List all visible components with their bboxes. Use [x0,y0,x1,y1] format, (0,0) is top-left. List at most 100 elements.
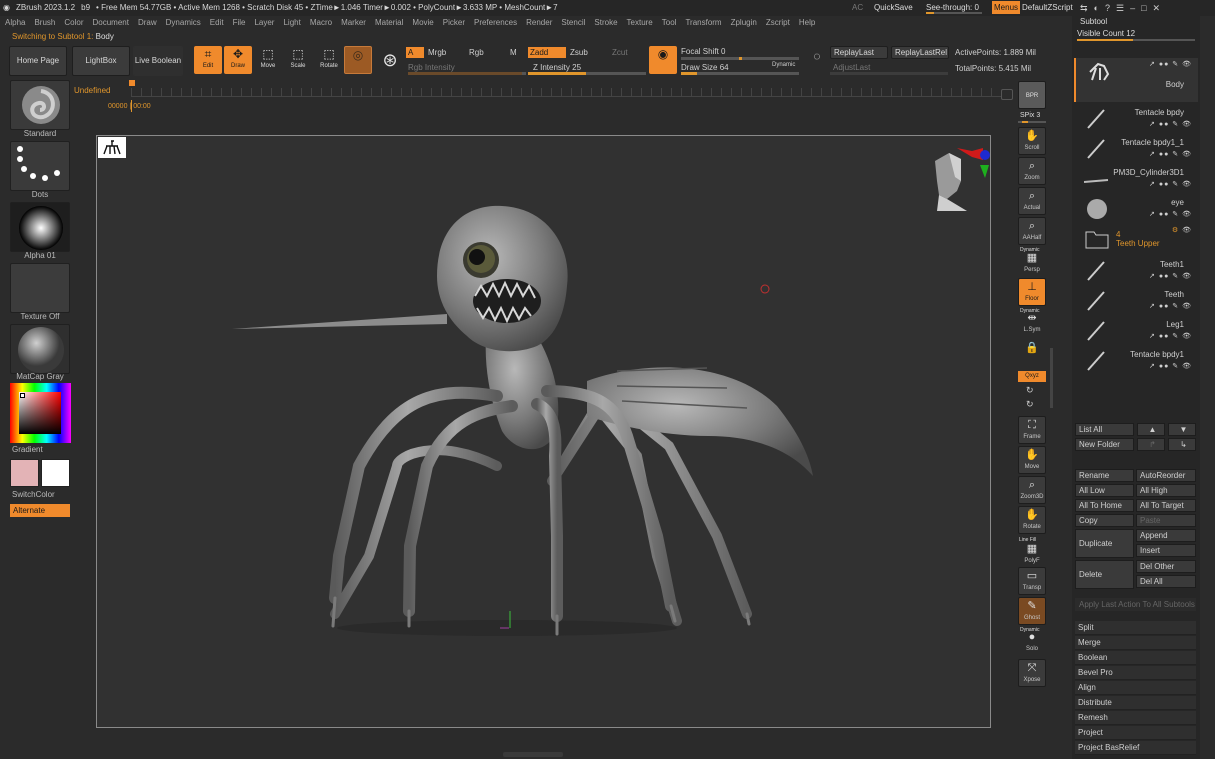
subtool-row[interactable]: Tentacle bpdy1 ↗ ●● ✎ 👁 [1074,346,1198,376]
rotate-y-icon[interactable]: ↻ [1026,385,1034,396]
move-up-button[interactable]: ▲ [1137,423,1165,436]
eye-icon[interactable]: 👁 [1182,181,1192,188]
polyf-button[interactable]: ▦ PolyF [1018,537,1046,565]
menu-brush[interactable]: Brush [29,16,59,30]
rename-button[interactable]: Rename [1075,469,1134,482]
subtool-menu-split[interactable]: Split [1075,621,1196,635]
eye-icon[interactable]: 👁 [1182,363,1192,370]
settings-icon[interactable]: ☰ [1116,3,1130,13]
layout-icon[interactable]: ⇆ [1080,3,1094,13]
menu-texture[interactable]: Texture [622,16,657,30]
timeline-key[interactable] [129,80,135,86]
menu-picker[interactable]: Picker [438,16,469,30]
mrgb-button[interactable]: Mrgb [428,48,446,57]
zsub-button[interactable]: Zsub [570,48,588,57]
replaylastrel-button[interactable]: ReplayLastRel [891,46,949,59]
z-intensity-slider[interactable]: Z Intensity 25 [533,63,581,72]
move-view-button[interactable]: ✋ Move [1018,446,1046,474]
toggle-icon[interactable]: ◐ [1094,3,1105,13]
del-other-button[interactable]: Del Other [1136,560,1196,573]
zoom-button[interactable]: ⌕ Zoom [1018,157,1046,185]
eye-icon[interactable]: 👁 [1182,121,1192,128]
subtool-row[interactable]: PM3D_Cylinder3D1 ↗ ●● ✎ 👁 [1074,164,1198,194]
menu-movie[interactable]: Movie [407,16,437,30]
subtool-menu-distribute[interactable]: Distribute [1075,696,1196,710]
arrow-icon[interactable]: ↗ [1149,121,1156,128]
eye-icon[interactable]: 👁 [1182,151,1192,158]
toggle-icon[interactable]: ●● [1159,333,1169,340]
alternate-button[interactable]: Alternate [10,504,70,517]
subtool-row[interactable]: Teeth1 ↗ ●● ✎ 👁 [1074,256,1198,286]
menu-stroke[interactable]: Stroke [589,16,621,30]
menu-dynamics[interactable]: Dynamics [161,16,205,30]
menu-file[interactable]: File [228,16,250,30]
paste-button[interactable]: Paste [1136,514,1196,527]
replaylast-button[interactable]: ReplayLast [830,46,888,59]
arrow-icon[interactable]: ↗ [1149,181,1156,188]
del-all-button[interactable]: Del All [1136,575,1196,588]
material-swatch-button[interactable]: ◎ [344,46,372,74]
bottom-tray-handle[interactable] [503,752,563,757]
maximize-icon[interactable]: □ [1141,3,1152,13]
dynamic-size-button[interactable]: Dynamic [772,62,795,68]
arrow-icon[interactable]: ↗ [1149,61,1156,68]
brush-icon[interactable]: ✎ [1172,333,1179,340]
toggle-icon[interactable]: ●● [1159,151,1169,158]
timeline-settings-icon[interactable] [1001,89,1013,100]
subtool-row[interactable]: Tentacle bpdy ↗ ●● ✎ 👁 [1074,104,1198,134]
adjustlast-slider[interactable]: AdjustLast [833,63,870,72]
eye-icon[interactable]: 👁 [1182,333,1192,340]
draw-button[interactable]: ✥ Draw [224,46,252,74]
rotate-z-icon[interactable]: ↻ [1026,399,1034,410]
toggle-icon[interactable]: ●● [1159,273,1169,280]
spix-slider[interactable]: SPix 3 [1020,112,1040,119]
alpha-thumbnail[interactable] [10,202,70,252]
eye-icon[interactable]: 👁 [1182,211,1192,218]
lsym-button[interactable]: ⇹ L.Sym [1018,310,1046,338]
scale-button[interactable]: ⬚ Scale [284,46,312,74]
move-button[interactable]: ⬚ Move [254,46,282,74]
draw-size-slider[interactable]: Draw Size 64 [681,63,729,72]
subtool-menu-align[interactable]: Align [1075,681,1196,695]
menu-help[interactable]: Help [794,16,819,30]
scroll-button[interactable]: ✋ Scroll [1018,127,1046,155]
rotate-button[interactable]: ⬚ Rotate [315,46,343,74]
brush-icon[interactable]: ✎ [1172,121,1179,128]
brush-thumbnail[interactable] [10,80,70,130]
bpr-button[interactable]: BPR [1018,81,1046,109]
brush-icon[interactable]: ✎ [1172,61,1179,68]
toggle-icon[interactable]: ●● [1159,363,1169,370]
duplicate-button[interactable]: Duplicate [1075,529,1134,558]
menu-tool[interactable]: Tool [657,16,681,30]
delete-button[interactable]: Delete [1075,560,1134,589]
subtool-row[interactable]: Leg1 ↗ ●● ✎ 👁 [1074,316,1198,346]
visible-count-slider[interactable]: Visible Count 12 [1077,29,1135,38]
subtool-row[interactable]: 4 Teeth Upper ⚙ 👁 [1074,224,1198,254]
help-icon[interactable]: ? [1105,3,1116,13]
all-high-button[interactable]: All High [1136,484,1196,497]
subtool-menu-project[interactable]: Project [1075,726,1196,740]
subtool-controls[interactable]: ↗ ●● ✎ 👁 [1149,332,1192,340]
d-button[interactable]: ◌ [803,48,831,76]
canvas-viewport[interactable] [96,135,991,728]
brush-icon[interactable]: ✎ [1172,151,1179,158]
ac-button[interactable]: AC [852,0,863,16]
menu-zscript[interactable]: Zscript [761,16,794,30]
append-button[interactable]: Append [1136,529,1196,542]
rotate-view-button[interactable]: ✋ Rotate [1018,506,1046,534]
minimize-icon[interactable]: – [1130,3,1141,13]
subtool-menu-merge[interactable]: Merge [1075,636,1196,650]
brush-icon[interactable]: ✎ [1172,363,1179,370]
color-picker[interactable] [10,383,71,443]
texture-thumbnail[interactable] [10,263,70,313]
subtool-controls[interactable]: ↗ ●● ✎ 👁 [1149,120,1192,128]
color-square[interactable] [19,392,61,434]
transp-button[interactable]: ▭ Transp [1018,567,1046,595]
solo-button[interactable]: ● Solo [1018,629,1046,657]
toggle-icon[interactable]: ●● [1159,303,1169,310]
eye-icon[interactable]: 👁 [1182,273,1192,280]
subtool-menu-boolean[interactable]: Boolean [1075,651,1196,665]
secondary-color-swatch[interactable] [41,459,70,487]
menu-color[interactable]: Color [59,16,87,30]
window-controls[interactable]: ⇆◐?☰–□✕ [1080,0,1166,16]
